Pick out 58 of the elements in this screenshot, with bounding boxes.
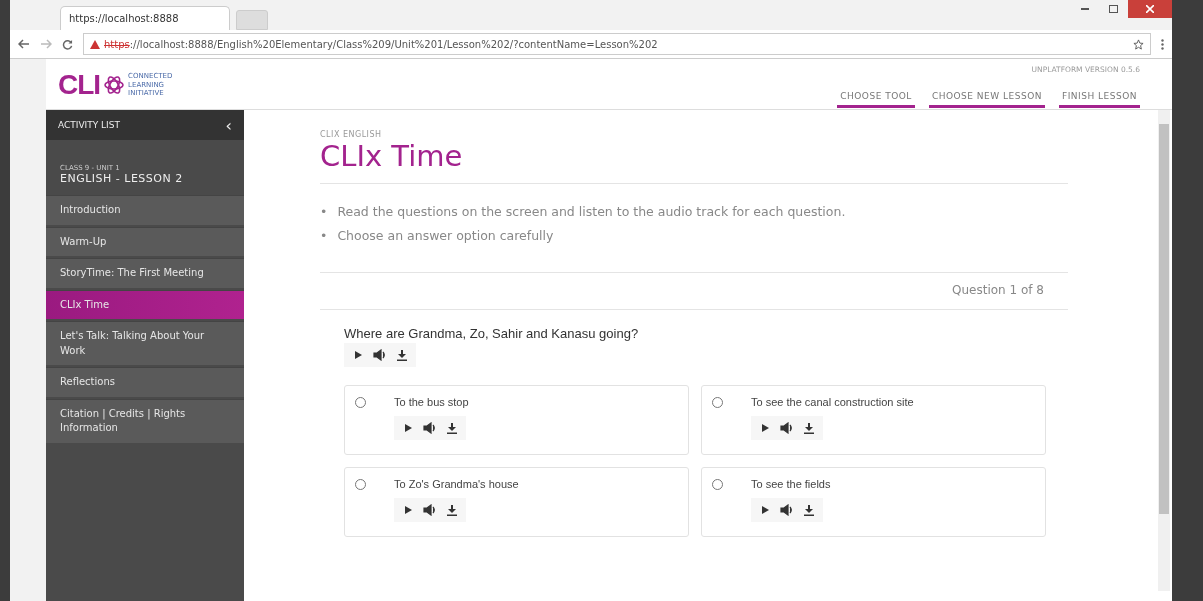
logo-text: CLI (58, 69, 101, 101)
warning-icon (90, 39, 100, 49)
bullet: • (320, 227, 328, 245)
url-text: https://localhost:8888/English%20Elementary/Class%209/Unit%201/Lesson%202/?contentName=Lesson%202 (104, 38, 658, 50)
star-icon[interactable] (1133, 38, 1144, 50)
download-icon[interactable] (446, 422, 458, 434)
sidebar-item[interactable]: Citation | Credits | Rights Information (46, 398, 244, 443)
volume-icon[interactable] (423, 504, 437, 516)
play-icon[interactable] (759, 422, 771, 434)
instruction-text: Choose an answer option carefully (337, 227, 554, 245)
question-text: Where are Grandma, Zo, Sahir and Kanasu going? (344, 326, 640, 341)
download-icon[interactable] (446, 504, 458, 516)
lesson-title: ENGLISH - LESSON 2 (60, 172, 184, 185)
menu-icon[interactable] (1161, 38, 1164, 50)
option-text: To see the fields (751, 478, 831, 490)
answer-option[interactable]: To the bus stop (344, 385, 689, 455)
option-text: To the bus stop (394, 396, 469, 408)
answer-option[interactable]: To see the canal construction site (701, 385, 1046, 455)
play-icon[interactable] (352, 349, 364, 361)
sidebar-item[interactable]: Warm-Up (46, 226, 244, 256)
sidebar-item[interactable]: Let's Talk: Talking About Your Work (46, 321, 244, 365)
volume-icon[interactable] (780, 422, 794, 434)
instruction-text: Read the questions on the screen and listen to the audio track for each question. (337, 203, 846, 221)
nav-link[interactable]: FINISH LESSON (1059, 90, 1140, 108)
sidebar-item[interactable]: StoryTime: The First Meeting (46, 258, 244, 288)
download-icon[interactable] (803, 422, 815, 434)
nav-link[interactable]: CHOOSE NEW LESSON (928, 90, 1045, 108)
sidebar-item[interactable]: Introduction (46, 195, 244, 225)
question-counter: Question 1 of 8 (951, 282, 1045, 299)
tab-title: https://localhost:8888 (69, 13, 179, 24)
volume-icon[interactable] (373, 349, 387, 361)
play-icon[interactable] (759, 504, 771, 516)
address-bar[interactable]: https://localhost:8888/English%20Elementary/Class%209/Unit%201/Lesson%202/?contentName=Lesson%202 (83, 33, 1151, 55)
page-title: CLIx Time (320, 139, 464, 173)
scrollbar[interactable] (1158, 110, 1170, 591)
course-label: CLIX ENGLISH (320, 130, 383, 139)
close-icon[interactable] (1128, 0, 1172, 18)
back-icon[interactable] (18, 39, 30, 49)
atom-icon (104, 75, 125, 95)
bullet: • (320, 203, 328, 221)
volume-icon[interactable] (780, 504, 794, 516)
sidebar-item[interactable]: Reflections (46, 367, 244, 397)
play-icon[interactable] (402, 504, 414, 516)
collapse-button[interactable]: ‹ (225, 115, 232, 135)
answer-option[interactable]: To see the fields (701, 467, 1046, 537)
download-icon[interactable] (803, 504, 815, 516)
answer-option[interactable]: To Zo's Grandma's house (344, 467, 689, 537)
scrollbar-thumb[interactable] (1159, 124, 1169, 514)
option-text: To Zo's Grandma's house (394, 478, 519, 490)
download-icon[interactable] (396, 349, 408, 361)
play-icon[interactable] (402, 422, 414, 434)
option-text: To see the canal construction site (751, 396, 914, 408)
reload-icon[interactable] (62, 38, 73, 50)
sidebar-title: ACTIVITY LIST (58, 120, 120, 130)
volume-icon[interactable] (423, 422, 437, 434)
nav-link[interactable]: CHOOSE TOOL (837, 90, 915, 108)
sidebar-item[interactable]: CLIx Time (46, 289, 244, 319)
browser-tab[interactable]: https://localhost:8888 (60, 6, 230, 30)
